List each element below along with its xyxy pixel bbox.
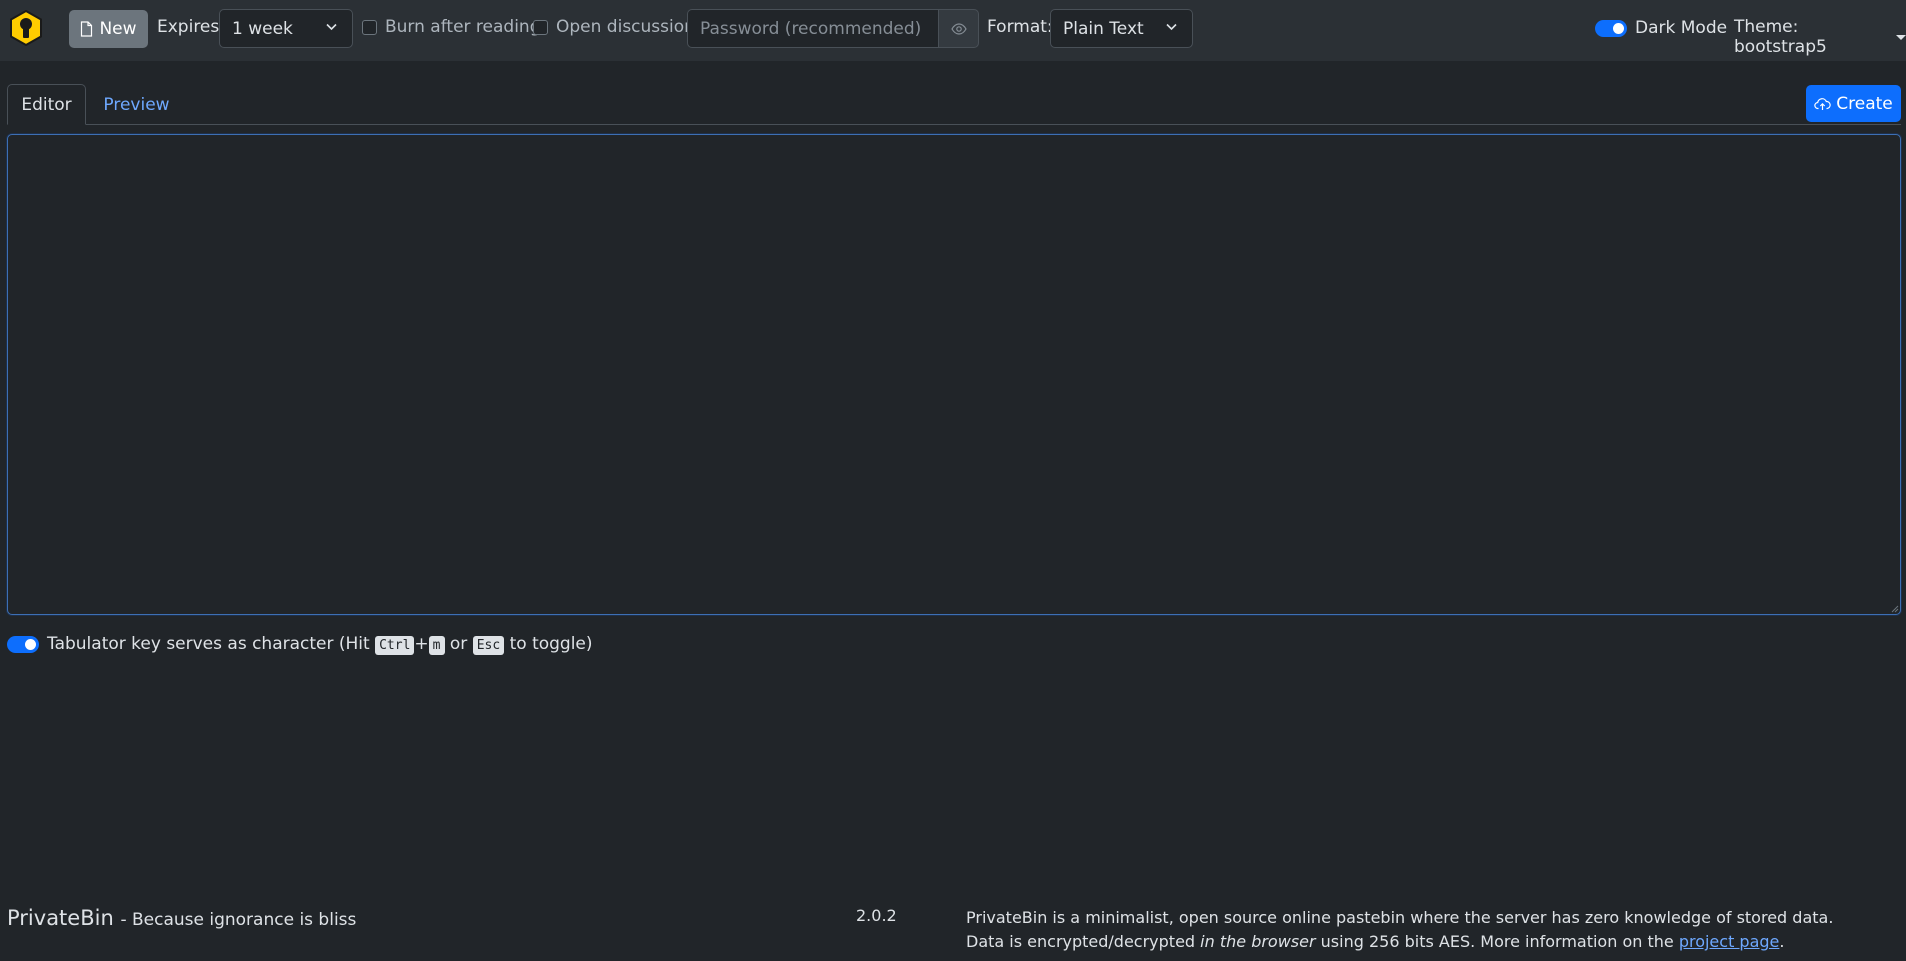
new-button-label: New — [99, 19, 137, 39]
caret-down-icon — [1896, 34, 1906, 40]
tab-key-toggle-row: Tabulator key serves as character (Hit C… — [7, 634, 593, 655]
kbd-ctrl: Ctrl — [375, 636, 415, 655]
footer-info-end: . — [1779, 932, 1785, 951]
cloud-upload-icon — [1814, 97, 1831, 110]
show-password-button[interactable] — [938, 9, 979, 48]
tab-editor[interactable]: Editor — [7, 84, 86, 125]
kbd-m: m — [428, 636, 445, 655]
project-page-link[interactable]: project page — [1679, 932, 1780, 951]
create-button-label: Create — [1836, 93, 1893, 114]
format-label: Format: — [987, 17, 1053, 37]
chevron-down-icon — [326, 23, 337, 31]
tab-key-toggle[interactable] — [7, 635, 39, 653]
dark-mode-switch[interactable]: Dark Mode — [1595, 18, 1727, 38]
footer-brand-name: PrivateBin — [7, 906, 114, 930]
expires-label: Expires: — [157, 17, 225, 37]
open-discussion-option[interactable]: Open discussion — [533, 17, 695, 37]
paste-editor[interactable] — [7, 134, 1901, 615]
resize-handle-icon[interactable] — [1889, 603, 1899, 613]
open-discussion-label: Open discussion — [556, 17, 695, 37]
password-input[interactable]: Password (recommended) — [687, 9, 938, 48]
format-select[interactable]: Plain Text — [1050, 9, 1193, 48]
theme-label: Theme: bootstrap5 — [1734, 17, 1827, 57]
tab-key-label: Tabulator key serves as character (Hit C… — [47, 634, 593, 655]
footer-tagline: - Because ignorance is bliss — [120, 910, 357, 930]
password-placeholder: Password (recommended) — [700, 18, 922, 39]
footer-info-text2: using 256 bits AES. More information on … — [1320, 932, 1674, 951]
tabs-divider — [7, 124, 1901, 125]
expires-select[interactable]: 1 week — [219, 9, 353, 48]
kbd-plus: + — [414, 634, 429, 654]
footer-info-emphasis: in the browser — [1200, 932, 1316, 951]
eye-icon — [950, 22, 967, 35]
burn-after-reading-checkbox[interactable] — [362, 19, 377, 35]
kbd-esc: Esc — [472, 636, 505, 655]
navbar: New Expires: 1 week Burn after reading O… — [0, 0, 1906, 61]
tab-key-suffix: to toggle) — [509, 634, 593, 654]
footer-info: PrivateBin is a minimalist, open source … — [966, 906, 1866, 954]
footer-brand: PrivateBin - Because ignorance is bliss — [7, 906, 356, 930]
format-value: Plain Text — [1063, 18, 1144, 39]
footer-version: 2.0.2 — [856, 906, 897, 925]
chevron-down-icon — [1166, 23, 1177, 31]
dark-mode-label: Dark Mode — [1635, 18, 1728, 38]
tab-key-prefix: Tabulator key serves as character (Hit — [47, 634, 370, 654]
kbd-or: or — [449, 634, 468, 654]
file-icon — [81, 21, 93, 37]
open-discussion-checkbox[interactable] — [533, 19, 548, 35]
burn-after-reading-label: Burn after reading — [385, 17, 541, 37]
create-button[interactable]: Create — [1806, 85, 1901, 122]
privatebin-logo-icon[interactable] — [8, 10, 44, 46]
dark-mode-toggle[interactable] — [1595, 19, 1627, 37]
tab-preview[interactable]: Preview — [98, 84, 175, 125]
expires-value: 1 week — [232, 18, 293, 39]
burn-after-reading-option[interactable]: Burn after reading — [362, 17, 541, 37]
theme-dropdown[interactable]: Theme: bootstrap5 — [1734, 17, 1906, 57]
new-button[interactable]: New — [69, 10, 148, 48]
